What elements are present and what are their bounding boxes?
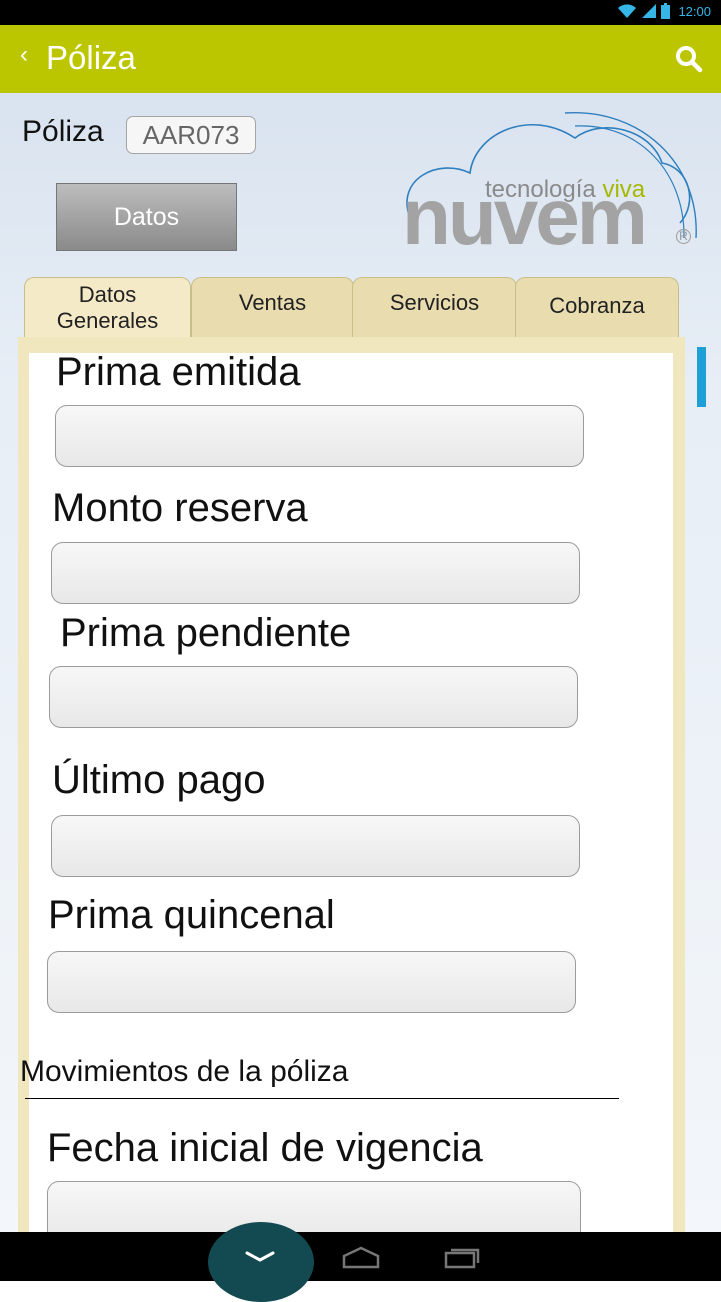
- action-bar: ‹ Póliza: [0, 25, 721, 93]
- prima-emitida-input[interactable]: [55, 405, 584, 467]
- field-label-prima-emitida: Prima emitida: [56, 350, 301, 394]
- field-label-fecha-inicial: Fecha inicial de vigencia: [47, 1126, 483, 1170]
- tab-cobranza[interactable]: Cobranza: [515, 277, 679, 337]
- prima-pendiente-input[interactable]: [49, 666, 578, 728]
- recent-apps-icon[interactable]: [443, 1245, 481, 1269]
- tab-ventas[interactable]: Ventas: [191, 277, 354, 337]
- tab-label: Cobranza: [549, 293, 645, 318]
- tab-servicios[interactable]: Servicios: [352, 277, 517, 337]
- status-icons: 12:00: [617, 3, 711, 19]
- search-icon[interactable]: [675, 45, 703, 73]
- section-divider: [25, 1098, 619, 1099]
- status-bar: 12:00: [0, 0, 721, 25]
- scrollbar[interactable]: [697, 347, 706, 407]
- status-time: 12:00: [678, 3, 711, 19]
- tab-label-line2: Generales: [56, 308, 159, 333]
- poliza-label: Póliza: [22, 115, 104, 148]
- field-label-monto-reserva: Monto reserva: [52, 486, 308, 530]
- tab-label: Ventas: [238, 290, 307, 315]
- tab-datos-generales[interactable]: Datos Generales: [24, 277, 191, 341]
- logo-wordmark: nuvem: [402, 172, 648, 261]
- tab-label-line1: Datos: [78, 282, 137, 307]
- wifi-icon: [618, 4, 637, 18]
- page-title: Póliza: [46, 39, 136, 76]
- signal-icon: [642, 4, 657, 18]
- ultimo-pago-input[interactable]: [51, 815, 580, 877]
- poliza-number-field[interactable]: AAR073: [126, 116, 256, 154]
- monto-reserva-input[interactable]: [51, 542, 580, 604]
- tab-label: Servicios: [389, 290, 480, 315]
- chevron-down-icon[interactable]: [244, 1249, 276, 1265]
- section-title-movimientos: Movimientos de la póliza: [20, 1055, 349, 1088]
- field-label-ultimo-pago: Último pago: [52, 758, 266, 802]
- battery-icon: [661, 3, 671, 19]
- registered-mark: R: [676, 229, 691, 244]
- field-label-prima-pendiente: Prima pendiente: [60, 611, 352, 655]
- home-icon[interactable]: [342, 1245, 380, 1269]
- prima-quincenal-input[interactable]: [47, 951, 576, 1013]
- field-label-prima-quincenal: Prima quincenal: [48, 893, 335, 937]
- datos-button[interactable]: Datos: [56, 183, 237, 251]
- back-button[interactable]: ‹: [20, 41, 28, 69]
